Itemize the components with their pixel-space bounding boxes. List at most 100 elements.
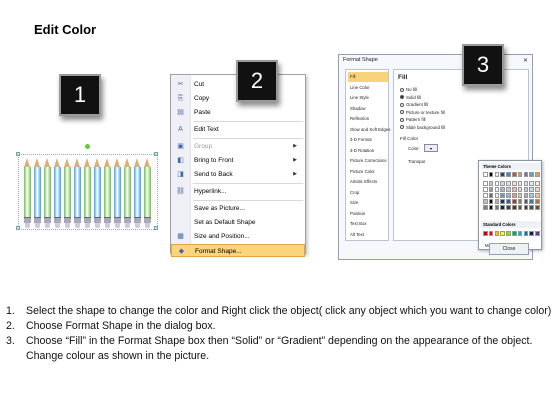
color-picker-button[interactable]: ▾ xyxy=(424,144,438,152)
nav-item-size[interactable]: Size xyxy=(348,198,388,208)
theme-color-swatch[interactable] xyxy=(535,181,540,186)
nav-item-text-box[interactable]: Text Box xyxy=(348,219,388,229)
standard-color-swatch[interactable] xyxy=(483,231,488,236)
close-icon[interactable]: ✕ xyxy=(523,57,528,64)
theme-color-swatch[interactable] xyxy=(506,187,511,192)
theme-color-swatch[interactable] xyxy=(535,187,540,192)
standard-color-swatch[interactable] xyxy=(494,231,500,236)
theme-color-swatch[interactable] xyxy=(535,172,540,177)
theme-color-swatch[interactable] xyxy=(512,199,517,204)
resize-handle[interactable] xyxy=(16,226,20,230)
menu-item-hyperlink[interactable]: ⛓ Hyperlink... xyxy=(171,185,305,198)
menu-item-format-shape[interactable]: ◆ Format Shape... xyxy=(171,244,305,257)
theme-color-swatch[interactable] xyxy=(517,205,523,210)
nav-item-line-color[interactable]: Line Color xyxy=(348,83,388,93)
pencil-shape[interactable] xyxy=(124,158,131,228)
theme-color-swatch[interactable] xyxy=(512,181,517,186)
theme-color-swatch[interactable] xyxy=(523,193,529,198)
theme-color-swatch[interactable] xyxy=(494,205,500,210)
radio-button[interactable] xyxy=(400,125,404,130)
theme-color-swatch[interactable] xyxy=(535,193,540,198)
menu-item-edit-text[interactable]: A Edit Text xyxy=(171,123,305,136)
theme-color-swatch[interactable] xyxy=(488,205,494,210)
standard-color-swatch[interactable] xyxy=(523,231,529,236)
theme-color-swatch[interactable] xyxy=(512,205,517,210)
standard-color-swatch[interactable] xyxy=(529,231,534,236)
nav-item-alt-text[interactable]: Alt Text xyxy=(348,230,388,240)
nav-item-picture-corrections[interactable]: Picture Corrections xyxy=(348,156,388,166)
nav-item-crop[interactable]: Crop xyxy=(348,188,388,198)
resize-handle[interactable] xyxy=(16,152,20,156)
theme-color-swatch[interactable] xyxy=(500,199,505,204)
radio-button[interactable] xyxy=(400,87,404,92)
pencil-shapes-group[interactable] xyxy=(16,144,158,232)
menu-item-send-to-back[interactable]: ◨ Send to Back ▶ xyxy=(171,168,305,181)
theme-color-swatch[interactable] xyxy=(535,205,540,210)
menu-item-bring-to-front[interactable]: ◧ Bring to Front ▶ xyxy=(171,154,305,167)
theme-color-swatch[interactable] xyxy=(512,193,517,198)
pencil-shape[interactable] xyxy=(144,158,151,228)
theme-color-swatch[interactable] xyxy=(517,181,523,186)
pencil-shape[interactable] xyxy=(94,158,101,228)
theme-color-swatch[interactable] xyxy=(529,205,534,210)
theme-color-swatch[interactable] xyxy=(529,187,534,192)
radio-button[interactable] xyxy=(400,110,404,115)
nav-item-glow-and-soft-edges[interactable]: Glow and Soft Edges xyxy=(348,125,390,135)
standard-color-swatch[interactable] xyxy=(506,231,511,236)
standard-color-swatch[interactable] xyxy=(512,231,517,236)
theme-color-swatch[interactable] xyxy=(517,172,523,177)
pencil-shape[interactable] xyxy=(104,158,111,228)
nav-item-shadow[interactable]: Shadow xyxy=(348,104,388,114)
theme-color-swatch[interactable] xyxy=(500,172,505,177)
theme-color-swatch[interactable] xyxy=(535,199,540,204)
theme-color-swatch[interactable] xyxy=(529,181,534,186)
pencil-shape[interactable] xyxy=(64,158,71,228)
pencil-shape[interactable] xyxy=(84,158,91,228)
theme-color-swatch[interactable] xyxy=(506,205,511,210)
theme-color-swatch[interactable] xyxy=(506,181,511,186)
theme-color-swatch[interactable] xyxy=(529,172,534,177)
theme-color-swatch[interactable] xyxy=(488,172,494,177)
theme-color-swatch[interactable] xyxy=(517,193,523,198)
pencil-shape[interactable] xyxy=(134,158,141,228)
theme-color-swatch[interactable] xyxy=(488,181,494,186)
nav-item-artistic-effects[interactable]: Artistic Effects xyxy=(348,177,388,187)
theme-color-swatch[interactable] xyxy=(529,199,534,204)
theme-color-swatch[interactable] xyxy=(506,199,511,204)
menu-item-paste[interactable]: ▤ Paste xyxy=(171,106,305,119)
standard-color-swatch[interactable] xyxy=(500,231,505,236)
menu-item-size-and-position[interactable]: ▦ Size and Position... xyxy=(171,230,305,243)
theme-color-swatch[interactable] xyxy=(488,199,494,204)
theme-color-swatch[interactable] xyxy=(494,181,500,186)
theme-color-swatch[interactable] xyxy=(529,193,534,198)
fill-option-gradient-fill[interactable]: Gradient fill xyxy=(400,101,428,108)
theme-color-swatch[interactable] xyxy=(512,187,517,192)
theme-color-swatch[interactable] xyxy=(494,172,500,177)
pencil-shape[interactable] xyxy=(44,158,51,228)
radio-button[interactable] xyxy=(400,117,404,122)
fill-option-slide-background-fill[interactable]: Slide background fill xyxy=(400,124,445,131)
fill-option-picture-or-texture-fill[interactable]: Picture or texture fill xyxy=(400,109,445,116)
resize-handle[interactable] xyxy=(154,152,158,156)
menu-item-set-as-default-shape[interactable]: Set as Default Shape xyxy=(171,216,305,229)
rotation-handle[interactable] xyxy=(85,144,90,149)
fill-option-solid-fill[interactable]: Solid fill xyxy=(400,94,421,101)
standard-color-swatch[interactable] xyxy=(488,231,494,236)
theme-color-swatch[interactable] xyxy=(523,181,529,186)
standard-color-swatch[interactable] xyxy=(517,231,523,236)
theme-color-swatch[interactable] xyxy=(494,199,500,204)
fill-option-no-fill[interactable]: No fill xyxy=(400,86,417,93)
nav-item-fill[interactable]: Fill xyxy=(348,72,388,82)
menu-item-save-as-picture[interactable]: Save as Picture... xyxy=(171,202,305,215)
theme-color-swatch[interactable] xyxy=(500,193,505,198)
nav-item-reflection[interactable]: Reflection xyxy=(348,114,388,124)
theme-color-swatch[interactable] xyxy=(483,193,488,198)
pencil-shape[interactable] xyxy=(114,158,121,228)
theme-color-swatch[interactable] xyxy=(483,187,488,192)
theme-color-swatch[interactable] xyxy=(483,205,488,210)
radio-button[interactable] xyxy=(400,102,404,107)
nav-item-3-d-rotation[interactable]: 3-D Rotation xyxy=(348,146,388,156)
pencil-shape[interactable] xyxy=(24,158,31,228)
nav-item-position[interactable]: Position xyxy=(348,209,388,219)
theme-color-swatch[interactable] xyxy=(517,187,523,192)
